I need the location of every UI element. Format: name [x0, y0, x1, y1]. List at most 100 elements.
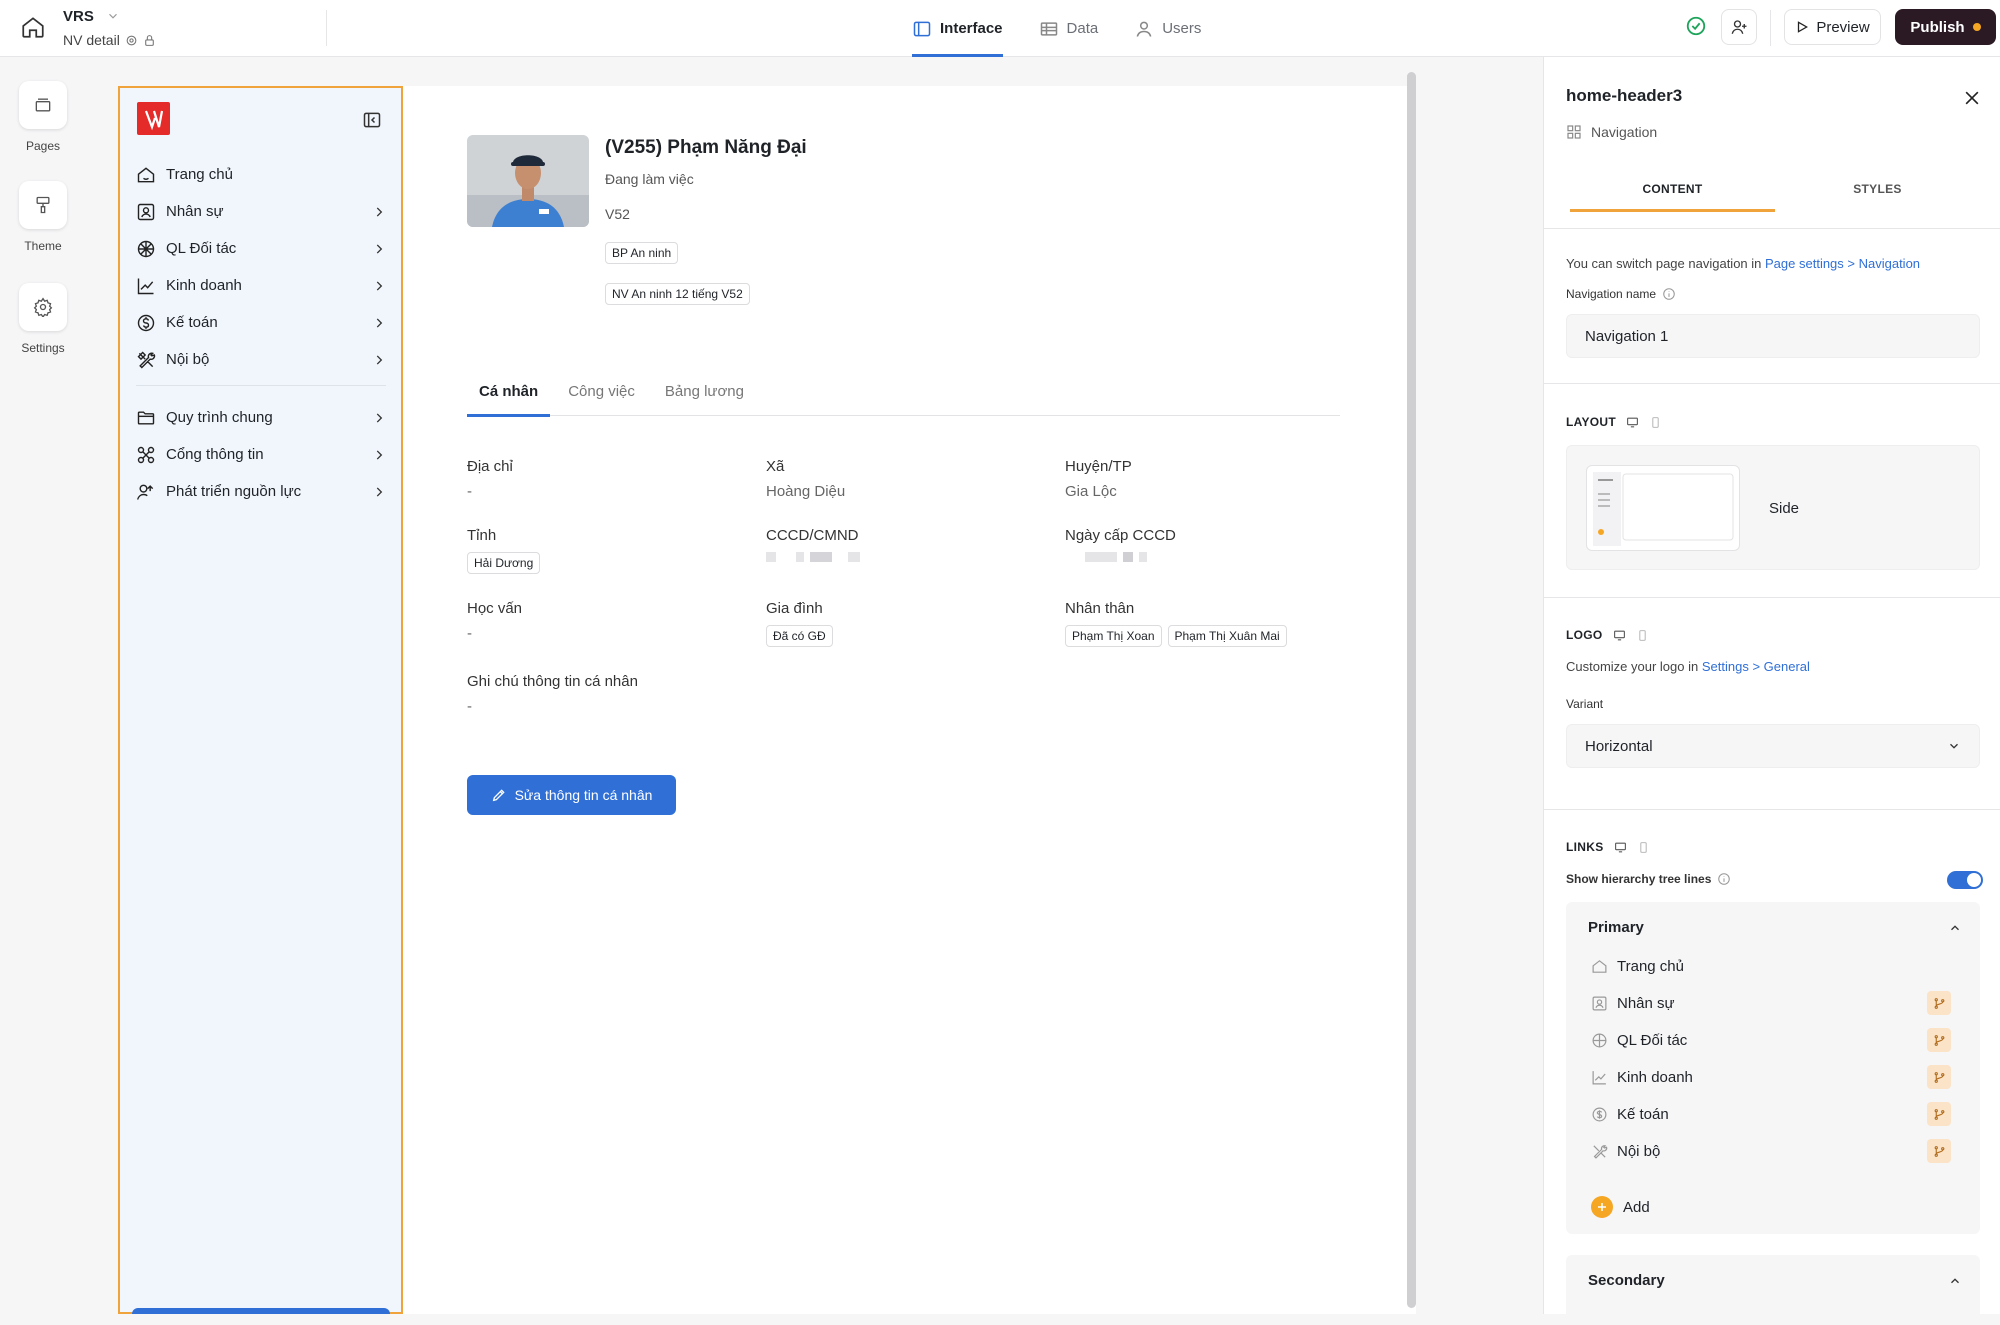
logo-hint-text: Customize your logo in	[1566, 659, 1699, 674]
sub-links-button[interactable]	[1927, 1065, 1951, 1089]
chevron-right-icon	[376, 280, 383, 291]
sub-links-button[interactable]	[1927, 1028, 1951, 1052]
chevron-down-icon[interactable]	[106, 9, 120, 23]
layout-picker[interactable]: Side	[1566, 445, 1980, 570]
publish-button[interactable]: Publish	[1895, 9, 1996, 45]
page-settings-link[interactable]: Page settings > Navigation	[1765, 256, 1920, 271]
nav-label: Kinh doanh	[166, 277, 242, 294]
nav-label: Nhân sự	[166, 203, 224, 220]
nav-item-noi-bo[interactable]: Nội bộ	[136, 341, 386, 378]
sub-links-button[interactable]	[1927, 1139, 1951, 1163]
close-icon[interactable]	[1962, 88, 1982, 108]
mobile-icon[interactable]	[1649, 416, 1662, 429]
nav-item-ql-doi-tac[interactable]: QL Đối tác	[136, 230, 386, 267]
link-row-trang-chu[interactable]: Trang chủ	[1591, 951, 1951, 981]
link-label: Kinh doanh	[1617, 1068, 1693, 1086]
id-card-icon	[137, 203, 155, 220]
variant-select[interactable]: Horizontal	[1566, 724, 1980, 768]
nav-item-ke-toan[interactable]: Kế toán	[136, 304, 386, 341]
tab-cong-viec[interactable]: Công việc	[556, 375, 647, 416]
publish-label: Publish	[1910, 18, 1965, 36]
tab-users[interactable]: Users	[1134, 0, 1201, 57]
invite-user-button[interactable]	[1721, 9, 1757, 45]
rail-theme[interactable]: Theme	[18, 181, 68, 253]
app-name[interactable]: VRS	[63, 8, 94, 25]
field-label: Nhân thân	[1065, 600, 1135, 617]
link-row-noi-bo[interactable]: Nội bộ	[1591, 1136, 1951, 1166]
properties-panel: home-header3 Navigation CONTENT STYLES Y…	[1543, 57, 2000, 1325]
navigation-name-input[interactable]: Navigation 1	[1566, 314, 1980, 358]
link-row-ke-toan[interactable]: Kế toán	[1591, 1099, 1951, 1129]
sidenav-footer-button[interactable]	[132, 1308, 390, 1314]
tab-interface[interactable]: Interface	[912, 0, 1003, 57]
edit-personal-info-button[interactable]: Sửa thông tin cá nhân	[467, 775, 676, 815]
secondary-links-group: Secondary	[1566, 1255, 1980, 1325]
chevron-up-icon[interactable]	[1948, 921, 1962, 935]
home-icon	[1592, 959, 1607, 973]
tab-content[interactable]: CONTENT	[1570, 182, 1775, 212]
tab-ca-nhan[interactable]: Cá nhân	[467, 375, 551, 417]
navigation-hint: You can switch page navigation in Page s…	[1566, 256, 1920, 271]
rail-pages[interactable]: Pages	[18, 81, 68, 153]
play-icon	[1798, 21, 1809, 33]
paint-roller-icon	[36, 196, 50, 214]
desktop-icon[interactable]	[1613, 629, 1626, 642]
tab-styles[interactable]: STYLES	[1775, 182, 1980, 212]
layout-side-thumbnail[interactable]	[1586, 465, 1740, 551]
rail-theme-label: Theme	[24, 239, 62, 253]
sub-links-button[interactable]	[1927, 1102, 1951, 1126]
employee-name: (V255) Phạm Năng Đại	[605, 137, 807, 158]
field-value-chip: Phạm Thị Xuân Mai	[1167, 625, 1287, 647]
nav-label: Quy trình chung	[166, 409, 273, 426]
link-row-nhan-su[interactable]: Nhân sự	[1591, 988, 1951, 1018]
nav-item-cong-thong-tin[interactable]: Cổng thông tin	[136, 436, 386, 473]
field-ngay-cap: Ngày cấp CCCD	[1065, 527, 1176, 562]
field-nhan-than: Nhân thân Phạm Thị Xoan Phạm Thị Xuân Ma…	[1065, 600, 1287, 647]
layout-label: LAYOUT	[1566, 415, 1617, 429]
field-label: Ghi chú thông tin cá nhân	[467, 673, 638, 690]
preview-button[interactable]: Preview	[1784, 9, 1881, 45]
sub-links-button[interactable]	[1927, 991, 1951, 1015]
tab-bang-luong[interactable]: Bảng lương	[653, 375, 756, 416]
nav-item-quy-trinh-chung[interactable]: Quy trình chung	[136, 399, 386, 436]
canvas-scrollbar[interactable]	[1407, 72, 1416, 1308]
add-link-button[interactable]: Add	[1591, 1196, 1650, 1218]
department-chip: BP An ninh	[605, 242, 679, 264]
desktop-icon[interactable]	[1626, 416, 1639, 429]
nav-item-phat-trien-nguon-luc[interactable]: Phát triển nguồn lực	[136, 473, 386, 510]
mobile-icon[interactable]	[1637, 841, 1650, 854]
navigation-name-label-text: Navigation name	[1566, 287, 1657, 301]
branch-icon	[1934, 1071, 1944, 1083]
collapse-sidebar-icon[interactable]	[362, 110, 382, 130]
folder-icon	[137, 410, 155, 425]
field-value-chip: Đã có GĐ	[766, 625, 833, 647]
check-circle-icon[interactable]	[1685, 15, 1707, 37]
nav-item-nhan-su[interactable]: Nhân sự	[136, 193, 386, 230]
rail-settings[interactable]: Settings	[18, 283, 68, 355]
desktop-icon[interactable]	[1614, 841, 1627, 854]
user-plus-icon	[1731, 20, 1747, 34]
nav-label: Kế toán	[166, 314, 218, 331]
nav-item-kinh-doanh[interactable]: Kinh doanh	[136, 267, 386, 304]
home-icon[interactable]	[20, 14, 46, 40]
navigation-hint-text: You can switch page navigation in	[1566, 256, 1762, 271]
link-label: QL Đối tác	[1617, 1031, 1688, 1049]
id-card-icon	[1592, 996, 1607, 1010]
nav-item-trang-chu[interactable]: Trang chủ	[136, 156, 386, 193]
link-row-kinh-doanh[interactable]: Kinh doanh	[1591, 1062, 1951, 1092]
tree-lines-toggle[interactable]	[1947, 871, 1983, 889]
page-name[interactable]: NV detail	[63, 32, 156, 48]
general-settings-link[interactable]: Settings > General	[1702, 659, 1810, 674]
component-type-label: Navigation	[1591, 124, 1658, 140]
info-icon	[1718, 873, 1731, 885]
mobile-icon[interactable]	[1636, 629, 1649, 642]
divider	[1544, 597, 2000, 598]
link-row-ql-doi-tac[interactable]: QL Đối tác	[1591, 1025, 1951, 1055]
top-tabs: Interface Data Users	[912, 0, 1201, 57]
divider	[326, 10, 327, 46]
tab-data[interactable]: Data	[1039, 0, 1098, 57]
chevron-up-icon[interactable]	[1948, 1274, 1962, 1288]
chevron-right-icon	[376, 206, 383, 217]
chevron-right-icon	[376, 317, 383, 328]
side-navigation[interactable]: Trang chủ Nhân sự QL Đối tác Kinh doanh …	[118, 86, 403, 1314]
